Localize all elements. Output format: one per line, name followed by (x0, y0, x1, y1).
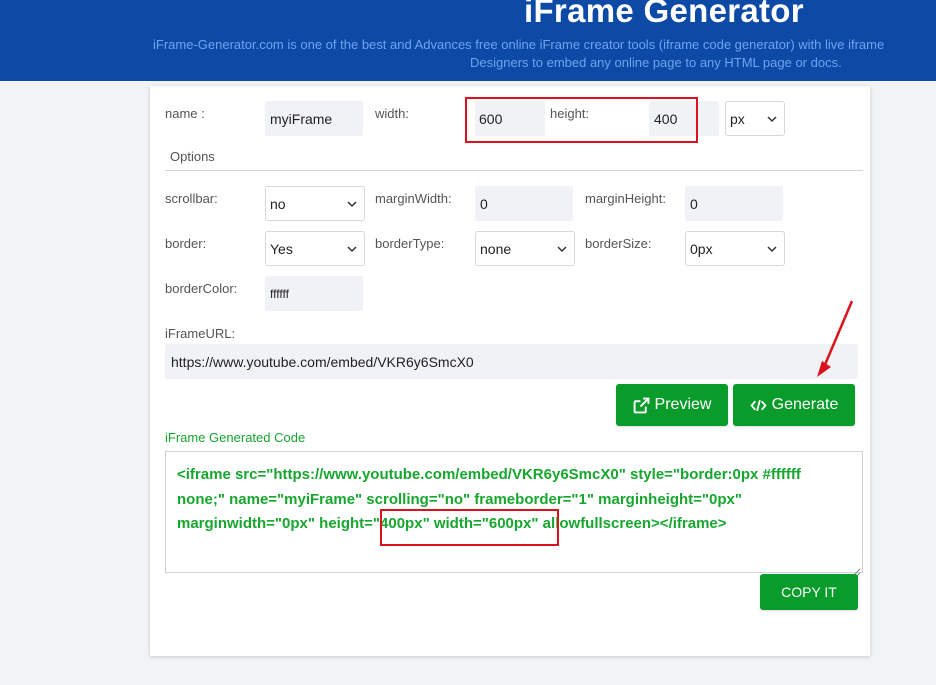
marginwidth-label: marginWidth: (375, 191, 452, 206)
bordertype-select-value: none (480, 240, 512, 257)
site-description-line2: Designers to embed any online page to an… (470, 55, 842, 70)
name-input[interactable]: myiFrame (265, 101, 363, 136)
width-label: width: (375, 106, 409, 121)
resize-handle-icon[interactable] (851, 561, 861, 577)
border-select[interactable]: Yes (265, 231, 365, 266)
scrollbar-label: scrollbar: (165, 191, 218, 206)
chevron-down-icon (346, 243, 358, 255)
code-segment: allowfullscreen></iframe> (538, 515, 727, 532)
iframe-url-value: https://www.youtube.com/embed/VKR6y6SmcX… (171, 353, 474, 370)
name-label: name : (165, 106, 205, 121)
marginwidth-input-value: 0 (480, 195, 488, 212)
bordersize-select[interactable]: 0px (685, 231, 785, 266)
unit-select[interactable]: px (725, 101, 785, 136)
bordertype-label: borderType: (375, 236, 445, 251)
options-divider (165, 170, 863, 171)
site-title: iFrame Generator (524, 0, 804, 29)
copy-button-label: COPY IT (781, 584, 837, 600)
code-icon (750, 397, 767, 414)
unit-select-value: px (730, 110, 745, 127)
bordersize-select-value: 0px (690, 240, 713, 257)
iframe-url-label: iFrameURL: (165, 326, 236, 341)
marginheight-label: marginHeight: (585, 191, 666, 206)
annotation-arrow-icon (817, 300, 854, 377)
site-header: iFrame Generator iFrame-Generator.com is… (0, 0, 936, 81)
code-size-annotation-box (380, 509, 559, 546)
border-select-value: Yes (270, 240, 293, 257)
options-heading: Options (170, 149, 215, 164)
bordertype-select[interactable]: none (475, 231, 575, 266)
generator-card: name : myiFrame width: 600 height: 400 p… (150, 86, 870, 656)
marginwidth-input[interactable]: 0 (475, 186, 573, 221)
scrollbar-select[interactable]: no (265, 186, 365, 221)
bordersize-label: borderSize: (585, 236, 652, 251)
bordercolor-input-value: ffffff (270, 286, 289, 301)
generate-button-label: Generate (771, 396, 839, 413)
code-segment: marginwidth="0px" height= (177, 515, 373, 532)
generate-button[interactable]: Generate (733, 384, 855, 426)
bordercolor-input[interactable]: ffffff (265, 276, 363, 311)
code-line: <iframe src="https://www.youtube.com/emb… (177, 466, 801, 483)
chevron-down-icon (766, 243, 778, 255)
marginheight-input[interactable]: 0 (685, 186, 783, 221)
generated-code-heading: iFrame Generated Code (165, 430, 306, 445)
chevron-down-icon (766, 113, 778, 125)
marginheight-input-value: 0 (690, 195, 698, 212)
copy-button[interactable]: COPY IT (760, 574, 858, 610)
scrollbar-select-value: no (270, 195, 286, 212)
border-label: border: (165, 236, 207, 251)
name-input-value: myiFrame (270, 110, 333, 127)
external-link-icon (633, 397, 650, 414)
iframe-url-input[interactable]: https://www.youtube.com/embed/VKR6y6SmcX… (165, 344, 858, 379)
site-description-line1: iFrame-Generator.com is one of the best … (153, 37, 885, 52)
preview-button-label: Preview (654, 396, 712, 413)
chevron-down-icon (556, 243, 568, 255)
bordercolor-label: borderColor: (165, 281, 238, 296)
chevron-down-icon (346, 198, 358, 210)
width-height-annotation-box (465, 97, 698, 143)
preview-button[interactable]: Preview (616, 384, 728, 426)
